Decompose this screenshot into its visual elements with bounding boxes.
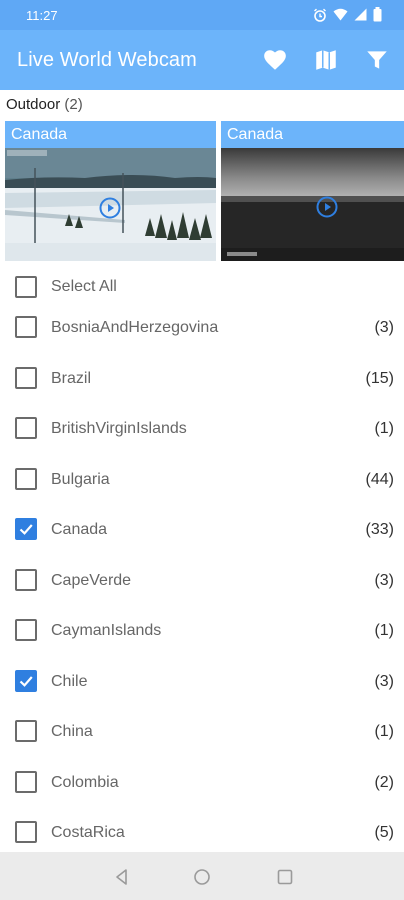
country-count: (3) [374,673,394,690]
country-name: Colombia [51,774,119,791]
status-bar: 11:27 [0,0,404,30]
country-name: CapeVerde [51,572,132,589]
webcam-card[interactable]: Canada [5,121,216,261]
country-row[interactable]: Colombia (2) [0,757,404,807]
country-count: (44) [365,471,394,488]
country-checkbox[interactable] [15,720,37,742]
country-count: (1) [374,420,394,437]
country-row[interactable]: CostaRica (5) [0,807,404,857]
country-name: CostaRica [51,824,125,841]
home-icon[interactable] [191,866,213,888]
country-name: Chile [51,673,88,690]
filter-icon[interactable] [364,47,390,73]
webcam-thumbnail [221,148,404,261]
country-name: CaymanIslands [51,622,162,639]
country-row[interactable]: China (1) [0,706,404,756]
recents-icon[interactable] [274,866,296,888]
country-checkbox[interactable] [15,468,37,490]
status-icons [313,7,382,22]
country-count: (5) [374,824,394,841]
country-checkbox[interactable] [15,417,37,439]
country-row[interactable]: CaymanIslands (1) [0,605,404,655]
country-name: Canada [51,521,108,538]
webcam-card-title: Canada [5,121,216,148]
country-count: (1) [374,622,394,639]
check-icon [19,676,33,687]
status-time: 11:27 [26,8,58,23]
country-row[interactable]: BritishVirginIslands (1) [0,403,404,453]
section-count: (2) [64,96,83,113]
navigation-bar [0,852,404,900]
back-icon[interactable] [111,866,133,888]
app-title: Live World Webcam [17,49,197,71]
country-name: Brazil [51,370,92,387]
select-all-label: Select All [51,278,117,295]
country-row[interactable]: Chile (3) [0,656,404,706]
country-row[interactable]: Canada (33) [0,504,404,554]
country-checkbox[interactable] [15,367,37,389]
country-count: (33) [365,521,394,538]
country-checkbox[interactable] [15,619,37,641]
country-count: (1) [374,723,394,740]
play-icon[interactable] [316,196,338,218]
app-actions [262,30,390,90]
country-row[interactable]: BosniaAndHerzegovina (3) [0,302,404,352]
country-row[interactable]: CapeVerde (3) [0,555,404,605]
check-icon [19,524,33,535]
country-row[interactable]: Brazil (15) [0,353,404,403]
signal-icon [354,8,367,21]
country-count: (3) [374,572,394,589]
country-checkbox[interactable] [15,821,37,843]
country-count: (2) [374,774,394,791]
country-checkbox[interactable] [15,771,37,793]
country-name: BritishVirginIslands [51,420,187,437]
country-name: China [51,723,93,740]
country-checkbox[interactable] [15,518,37,540]
country-count: (15) [365,370,394,387]
country-name: Bulgaria [51,471,110,488]
country-row[interactable]: Bulgaria (44) [0,454,404,504]
battery-icon [373,7,382,22]
wifi-icon [333,8,348,21]
webcam-cards: Canada Canada [5,121,404,261]
country-checkbox[interactable] [15,670,37,692]
section-label: Outdoor (2) [6,96,83,113]
favorite-icon[interactable] [262,47,288,73]
app-bar: Live World Webcam [0,30,404,90]
country-count: (3) [374,319,394,336]
country-checkbox[interactable] [15,316,37,338]
country-checkbox[interactable] [15,569,37,591]
alarm-icon [313,8,327,22]
select-all-checkbox[interactable] [15,276,37,298]
webcam-card-title: Canada [221,121,404,148]
country-name: BosniaAndHerzegovina [51,319,219,336]
play-icon[interactable] [99,197,121,219]
section-title: Outdoor [6,96,61,113]
map-icon[interactable] [313,47,339,73]
webcam-card[interactable]: Canada [221,121,404,261]
